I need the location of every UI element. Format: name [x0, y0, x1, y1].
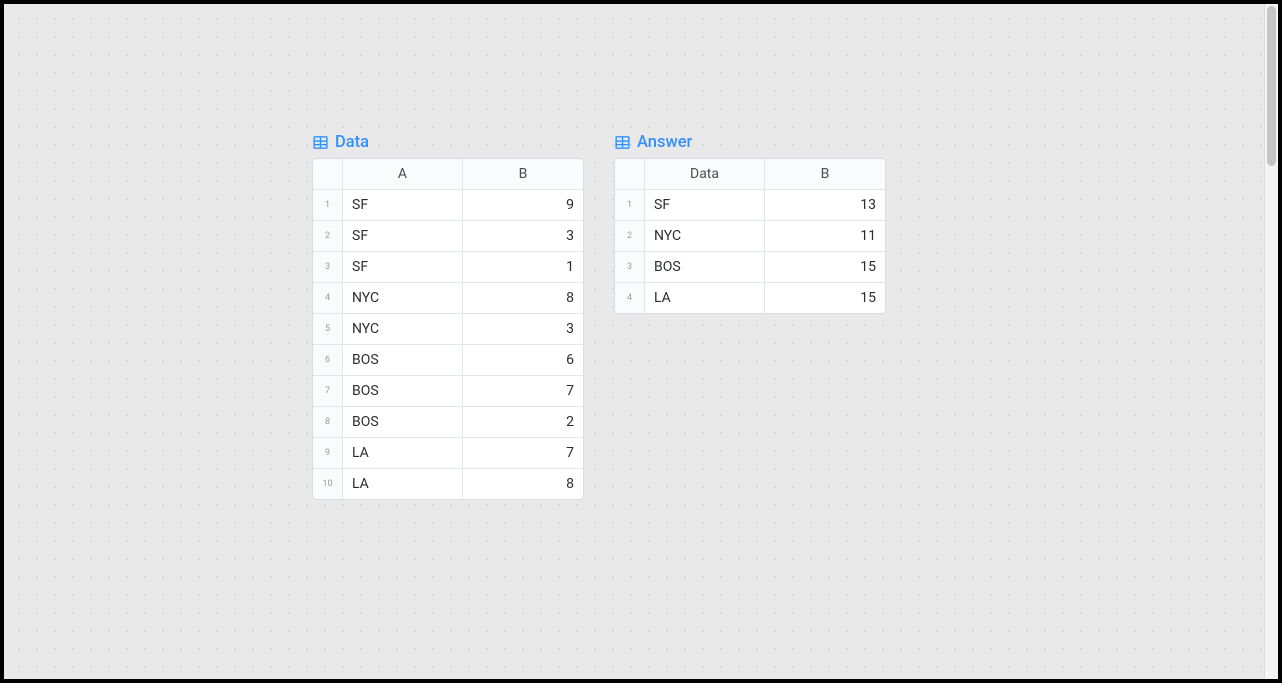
table-row[interactable]: 3 BOS 15 — [615, 252, 885, 283]
table-row[interactable]: 6 BOS 6 — [313, 345, 583, 376]
table-row[interactable]: 8 BOS 2 — [313, 407, 583, 438]
row-number: 3 — [313, 252, 343, 282]
row-number: 9 — [313, 438, 343, 468]
row-number: 3 — [615, 252, 645, 282]
cell-text[interactable]: SF — [645, 190, 765, 220]
answer-grid[interactable]: Data B 1 SF 13 2 NYC 11 3 BOS 15 — [614, 158, 886, 314]
table-row[interactable]: 1 SF 9 — [313, 190, 583, 221]
table-title-text: Data — [335, 133, 369, 152]
cell-number[interactable]: 2 — [463, 407, 583, 437]
scrollbar-thumb[interactable] — [1267, 6, 1276, 166]
cell-number[interactable]: 7 — [463, 376, 583, 406]
data-grid[interactable]: A B 1 SF 9 2 SF 3 3 SF 1 — [312, 158, 584, 500]
table-block-answer[interactable]: Answer Data B 1 SF 13 2 NYC 11 — [614, 133, 886, 314]
cell-number[interactable]: 6 — [463, 345, 583, 375]
table-title-text: Answer — [637, 133, 692, 152]
cell-number[interactable]: 11 — [765, 221, 885, 251]
cell-number[interactable]: 7 — [463, 438, 583, 468]
column-header-b[interactable]: B — [765, 159, 885, 189]
cell-number[interactable]: 3 — [463, 221, 583, 251]
row-number: 7 — [313, 376, 343, 406]
cell-text[interactable]: SF — [343, 190, 463, 220]
table-icon — [312, 134, 329, 151]
column-header-b[interactable]: B — [463, 159, 583, 189]
cell-text[interactable]: SF — [343, 252, 463, 282]
row-number: 2 — [615, 221, 645, 251]
row-number: 5 — [313, 314, 343, 344]
table-title-data[interactable]: Data — [312, 133, 584, 152]
cell-text[interactable]: NYC — [645, 221, 765, 251]
row-number: 4 — [313, 283, 343, 313]
cell-text[interactable]: LA — [343, 438, 463, 468]
table-row[interactable]: 9 LA 7 — [313, 438, 583, 469]
table-row[interactable]: 4 LA 15 — [615, 283, 885, 313]
cell-number[interactable]: 3 — [463, 314, 583, 344]
table-block-data[interactable]: Data A B 1 SF 9 2 SF 3 — [312, 133, 584, 500]
table-row[interactable]: 2 SF 3 — [313, 221, 583, 252]
cell-text[interactable]: BOS — [343, 345, 463, 375]
table-row[interactable]: 7 BOS 7 — [313, 376, 583, 407]
column-header-row: Data B — [615, 159, 885, 190]
table-row[interactable]: 4 NYC 8 — [313, 283, 583, 314]
column-header-a[interactable]: A — [343, 159, 463, 189]
cell-number[interactable]: 1 — [463, 252, 583, 282]
cell-text[interactable]: NYC — [343, 283, 463, 313]
cell-number[interactable]: 9 — [463, 190, 583, 220]
cell-text[interactable]: SF — [343, 221, 463, 251]
table-row[interactable]: 10 LA 8 — [313, 469, 583, 499]
cell-number[interactable]: 13 — [765, 190, 885, 220]
cell-text[interactable]: LA — [645, 283, 765, 313]
row-number: 6 — [313, 345, 343, 375]
cell-text[interactable]: LA — [343, 469, 463, 499]
canvas-area[interactable]: Data A B 1 SF 9 2 SF 3 — [4, 4, 1264, 679]
table-row[interactable]: 2 NYC 11 — [615, 221, 885, 252]
row-number: 4 — [615, 283, 645, 313]
row-num-header — [313, 159, 343, 189]
canvas-viewport[interactable]: Data A B 1 SF 9 2 SF 3 — [4, 4, 1278, 679]
table-icon — [614, 134, 631, 151]
cell-text[interactable]: BOS — [343, 407, 463, 437]
table-row[interactable]: 3 SF 1 — [313, 252, 583, 283]
row-number: 1 — [615, 190, 645, 220]
cell-text[interactable]: BOS — [343, 376, 463, 406]
row-number: 10 — [313, 469, 343, 499]
column-header-data[interactable]: Data — [645, 159, 765, 189]
vertical-scrollbar[interactable] — [1264, 4, 1278, 679]
column-header-row: A B — [313, 159, 583, 190]
row-number: 2 — [313, 221, 343, 251]
table-title-answer[interactable]: Answer — [614, 133, 886, 152]
row-num-header — [615, 159, 645, 189]
cell-number[interactable]: 15 — [765, 283, 885, 313]
cell-number[interactable]: 15 — [765, 252, 885, 282]
cell-number[interactable]: 8 — [463, 469, 583, 499]
row-number: 1 — [313, 190, 343, 220]
cell-text[interactable]: NYC — [343, 314, 463, 344]
cell-number[interactable]: 8 — [463, 283, 583, 313]
table-row[interactable]: 5 NYC 3 — [313, 314, 583, 345]
table-row[interactable]: 1 SF 13 — [615, 190, 885, 221]
row-number: 8 — [313, 407, 343, 437]
cell-text[interactable]: BOS — [645, 252, 765, 282]
